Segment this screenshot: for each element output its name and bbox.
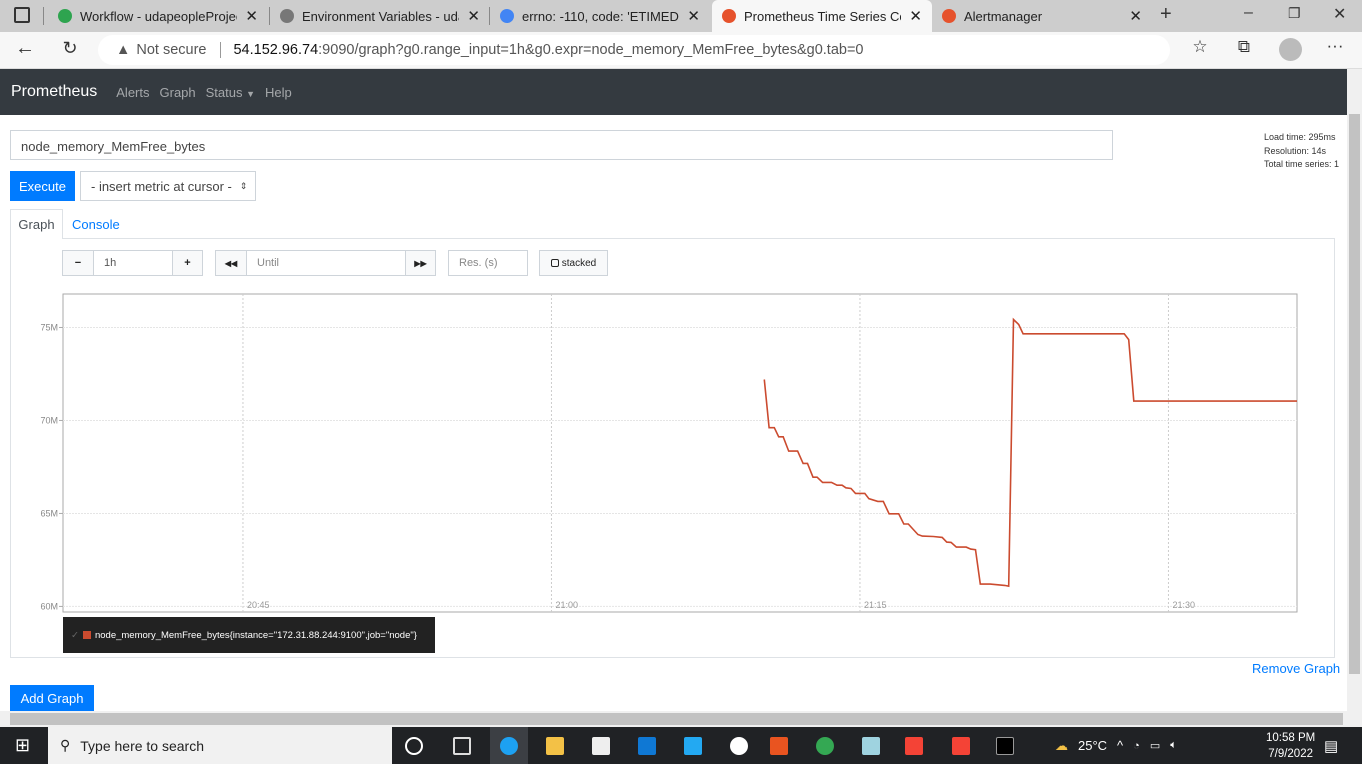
clock-time: 10:58 PM (1266, 732, 1316, 744)
ubuntu-icon[interactable] (770, 737, 788, 755)
x-tick-label: 21:00 (555, 600, 578, 610)
search-icon: ⚲ (60, 737, 71, 753)
vscode-icon[interactable] (684, 737, 702, 755)
volume-icon[interactable]: 🔈︎ (1170, 739, 1177, 752)
remove-graph-link[interactable]: Remove Graph (1252, 661, 1340, 676)
task-view-icon[interactable] (453, 737, 471, 755)
cortana-icon[interactable] (405, 737, 423, 755)
graph-legend: ✓ node_memory_MemFree_bytes{instance="17… (63, 617, 435, 653)
taskbar-search[interactable]: ⚲ Type here to search (48, 727, 392, 764)
store-icon[interactable] (592, 737, 610, 755)
git-app-icon[interactable] (905, 737, 923, 755)
file-explorer-icon[interactable] (546, 737, 564, 755)
mail-icon[interactable] (638, 737, 656, 755)
y-tick-label: 70M (40, 415, 58, 425)
plot-area (62, 293, 1298, 613)
x-tick-label: 20:45 (247, 600, 270, 610)
y-tick-label: 75M (40, 322, 58, 332)
git-app-icon-2[interactable] (952, 737, 970, 755)
y-tick-label: 65M (40, 508, 58, 518)
clock-date: 7/9/2022 (1268, 748, 1313, 760)
x-tick-label: 21:15 (864, 600, 887, 610)
y-tick-label: 60M (40, 601, 58, 611)
battery-icon[interactable]: ▭ (1150, 739, 1160, 752)
legend-series-label[interactable]: node_memory_MemFree_bytes{instance="172.… (95, 630, 417, 641)
system-tray: ☁ 25°C ^ ◔ ▭ 🔈︎ (1055, 727, 1177, 764)
chevron-up-icon[interactable]: ^ (1117, 738, 1123, 753)
edge-icon[interactable] (500, 737, 518, 755)
app-icon[interactable] (862, 737, 880, 755)
search-placeholder: Type here to search (80, 737, 205, 754)
chrome-icon[interactable] (816, 737, 834, 755)
horizontal-scrollbar-thumb[interactable] (10, 713, 1343, 725)
weather-icon: ☁ (1055, 737, 1068, 753)
wifi-icon[interactable]: ◔ (1133, 740, 1140, 752)
windows-start-icon[interactable]: ⊞ (15, 735, 30, 756)
tab-graph[interactable]: Graph (10, 209, 63, 239)
weather-temp[interactable]: 25°C (1078, 738, 1107, 753)
notifications-icon[interactable]: ▤ (1324, 737, 1338, 755)
add-graph-button[interactable]: Add Graph (10, 685, 94, 711)
series-color-swatch (82, 631, 91, 639)
terminal-icon[interactable] (996, 737, 1014, 755)
taskbar-clock[interactable]: 10:58 PM 7/9/2022 (1266, 730, 1315, 762)
check-icon: ✓ (71, 629, 79, 641)
slack-icon[interactable] (730, 737, 748, 755)
x-tick-label: 21:30 (1172, 600, 1195, 610)
